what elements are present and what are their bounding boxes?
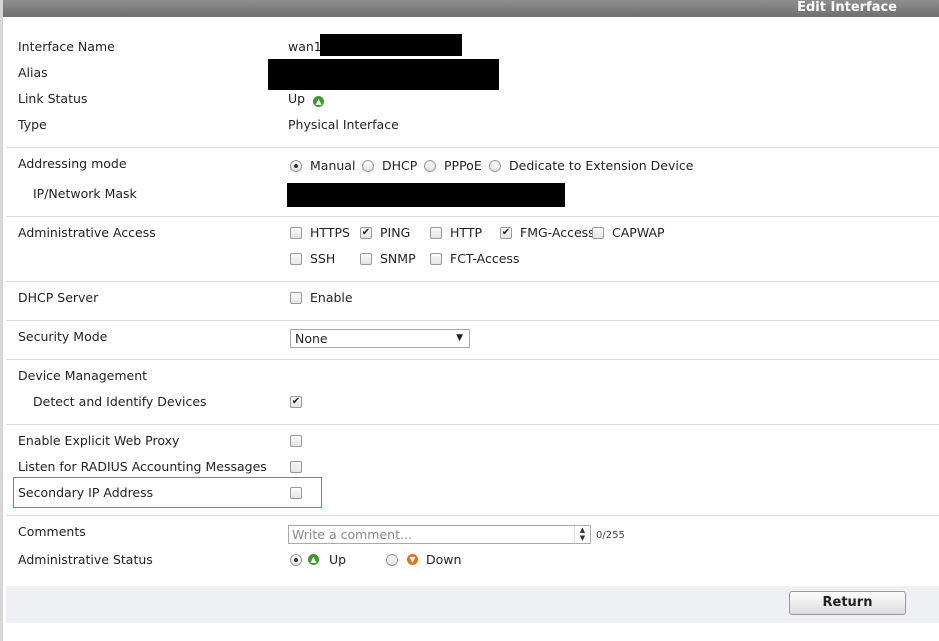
explicit-proxy-checkbox[interactable] [290,435,302,447]
divider [6,424,939,425]
dropdown-arrow-icon: ▼ [456,333,463,343]
interface-name-label: Interface Name [18,39,115,54]
fmg-access-label: FMG-Access [520,225,595,240]
secondary-ip-label: Secondary IP Address [18,485,154,500]
link-status-text: Up [288,91,306,106]
capwap-checkbox[interactable] [592,227,604,239]
device-management-label: Device Management [18,368,148,383]
dhcp-enable-label: Enable [310,290,353,305]
ssh-label: SSH [310,251,336,266]
fct-access-label: FCT-Access [450,251,520,266]
type-label: Type [18,117,47,132]
alias-label: Alias [18,65,48,80]
ping-checkbox[interactable]: ✔ [360,227,372,239]
panel-title: Edit Interface [3,0,939,17]
detect-devices-checkbox[interactable]: ✔ [290,396,302,408]
radius-label: Listen for RADIUS Accounting Messages [18,459,267,474]
snmp-checkbox[interactable] [360,253,372,265]
admin-status-up-label: Up [329,552,347,567]
ip-mask-label: IP/Network Mask [33,186,137,201]
up-arrow-icon: ▲ [313,96,325,107]
divider [6,147,939,148]
ssh-checkbox[interactable] [290,253,302,265]
snmp-label: SNMP [380,251,416,266]
addressing-pppoe-radio[interactable] [424,160,436,172]
addressing-extension-radio[interactable] [489,160,501,172]
comments-label: Comments [18,524,86,539]
addressing-dhcp-label: DHCP [382,158,418,173]
divider [6,359,939,360]
security-mode-select[interactable]: None ▼ [290,329,470,348]
link-status-value: Up ▲ [288,91,325,107]
https-label: HTTPS [310,225,350,240]
http-label: HTTP [450,225,482,240]
secondary-ip-checkbox[interactable] [290,487,302,499]
explicit-proxy-label: Enable Explicit Web Proxy [18,433,180,448]
link-status-label: Link Status [18,91,88,106]
admin-status-label: Administrative Status [18,552,153,567]
interface-name-value: wan1 [288,39,322,54]
down-arrow-icon: ▼ [407,554,418,565]
return-button[interactable]: Return [789,591,906,615]
addressing-pppoe-label: PPPoE [444,158,482,173]
dhcp-server-label: DHCP Server [18,290,99,305]
detect-devices-label: Detect and Identify Devices [33,394,207,409]
divider [6,216,939,217]
comments-textarea[interactable]: Write a comment... ▲ ▼ [288,525,591,544]
comment-char-counter: 0/255 [596,530,625,541]
security-mode-value: None [295,331,328,346]
comments-placeholder: Write a comment... [292,527,412,542]
divider [6,320,939,321]
http-checkbox[interactable] [430,227,442,239]
admin-status-up-radio[interactable] [290,554,302,566]
divider [6,281,939,282]
up-arrow-icon: ▲ [308,554,319,565]
addressing-manual-radio[interactable] [290,160,302,172]
fct-access-checkbox[interactable] [430,253,442,265]
type-value: Physical Interface [288,117,399,132]
redacted-alias-field [268,59,499,90]
redacted-ip-mask-input[interactable] [287,183,565,207]
redacted-interface-name [320,34,462,56]
radius-checkbox[interactable] [290,461,302,473]
addressing-extension-label: Dedicate to Extension Device [509,158,694,173]
admin-access-label: Administrative Access [18,225,156,240]
dhcp-enable-checkbox[interactable] [290,292,302,304]
https-checkbox[interactable] [290,227,302,239]
addressing-manual-label: Manual [310,158,356,173]
addressing-mode-label: Addressing mode [18,156,127,171]
capwap-label: CAPWAP [612,225,665,240]
edit-interface-panel: Edit Interface Interface Name wan1 Alias… [0,0,939,641]
admin-status-down-label: Down [426,552,462,567]
addressing-dhcp-radio[interactable] [362,160,374,172]
divider [6,515,939,516]
fmg-access-checkbox[interactable]: ✔ [500,227,512,239]
ping-label: PING [380,225,411,240]
scroll-arrows-icon[interactable]: ▲ ▼ [574,526,590,543]
security-mode-label: Security Mode [18,329,108,344]
admin-status-down-radio[interactable] [386,554,398,566]
